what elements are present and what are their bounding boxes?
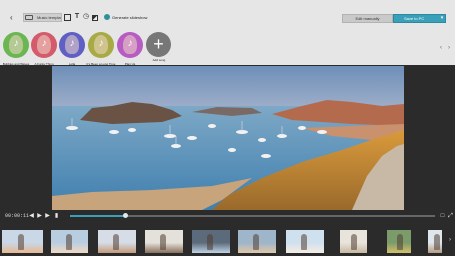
playback-bar [0,210,455,226]
thumbnail-item[interactable] [98,230,136,253]
thumbnail-item[interactable] [192,230,230,253]
thumbnail-item[interactable] [2,230,43,253]
timeline-progress [70,215,125,217]
music-note-icon: ♪ [98,38,104,49]
thumbnail-figure [301,234,307,250]
play-icon[interactable]: ▶ [36,212,43,220]
rewind-icon[interactable]: ◀ [28,212,35,220]
text-icon[interactable]: T [73,13,81,21]
thumbnail-item[interactable] [238,230,276,253]
music-template-item[interactable]: ♪ It's Been a Long Time [87,32,115,66]
thumbnail-figure [160,234,166,250]
thumbnail-item[interactable] [51,230,88,253]
filter-icon[interactable] [92,15,98,21]
music-template-item[interactable]: ♪ A Funky Thing [31,32,57,66]
music-note-icon: ♪ [13,38,19,49]
thumbnail-item[interactable] [145,230,183,253]
image-icon[interactable] [64,14,71,21]
thumbnail-figure [253,234,259,250]
timer-icon[interactable]: ◷ [82,13,90,21]
thumbnail-figure [18,234,24,250]
scrubber-handle[interactable] [122,213,128,218]
video-preview[interactable] [52,66,404,210]
thumbnail-item[interactable] [286,230,324,253]
music-cover: ♪ [3,32,29,58]
thumbnail-item[interactable] [340,230,367,253]
thumbnail-figure [66,234,72,250]
music-note-icon: ♪ [127,38,133,49]
music-prev-arrow-icon[interactable]: ‹ [438,44,444,52]
music-template-item[interactable]: ♪ Plan Us [117,32,143,66]
thumbnail-item[interactable] [387,230,411,253]
preview-image [52,66,404,210]
back-arrow-icon[interactable]: ‹ [10,14,18,22]
generate-slideshow-icon[interactable] [104,14,110,20]
thumbnails-next-arrow-icon[interactable]: › [449,236,455,244]
fullscreen-icon[interactable]: ⤢ [447,212,454,220]
music-next-arrow-icon[interactable]: › [446,44,452,52]
aspect-ratio-icon[interactable]: □ [439,212,446,220]
music-note-icon: ♪ [41,38,47,49]
music-cover: ♪ [88,32,114,58]
generate-slideshow-button[interactable]: Generate slideshow [112,15,147,20]
edit-manually-button[interactable]: Edit manually [342,14,393,23]
delete-icon[interactable]: ▮ [53,212,60,220]
thumbnail-figure [207,234,213,250]
music-template-item[interactable]: ♪ Bubbles and Waves [3,32,29,66]
thumbnail-item[interactable] [428,230,442,253]
add-song-label: Add song [152,58,166,62]
save-dropdown-arrow-icon[interactable]: ▾ [438,14,446,23]
music-cover: ♪ [31,32,57,58]
music-cover: ♪ [117,32,143,58]
music-note-icon: ♪ [69,38,75,49]
forward-icon[interactable]: ▶ [44,212,51,220]
music-cover: ♪ [59,32,85,58]
thumbnail-figure [351,234,357,250]
music-template-item[interactable]: ♪ Lolla [59,32,85,66]
templates-icon [25,15,33,20]
current-time: 00:00:11 [5,213,30,219]
thumbnail-figure [113,234,119,250]
thumbnail-figure [397,234,403,250]
thumbnail-figure [434,234,440,250]
add-song-button[interactable]: + [146,32,171,57]
